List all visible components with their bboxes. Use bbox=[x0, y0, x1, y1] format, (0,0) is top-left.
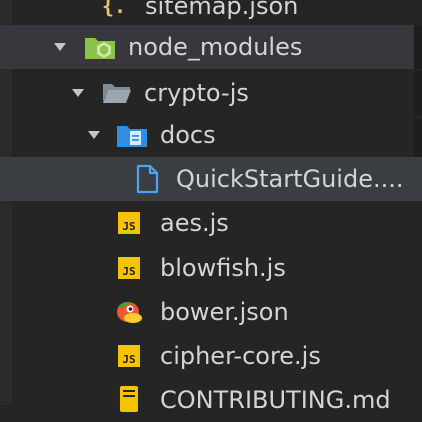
tree-item-label: aes.js bbox=[160, 209, 229, 237]
tree-item-aes-js[interactable]: JS aes.js bbox=[0, 201, 422, 245]
tree-item-blowfish-js[interactable]: JS blowfish.js bbox=[0, 246, 422, 290]
js-file-icon: JS bbox=[118, 257, 140, 279]
folder-open-icon bbox=[102, 80, 132, 106]
tree-item-label: node_modules bbox=[128, 33, 303, 61]
file-explorer-tree: {..} sitemap.json node_modules crypto-js bbox=[0, 0, 422, 414]
tree-item-label: QuickStartGuide.... bbox=[176, 165, 404, 193]
tree-item-label: CONTRIBUTING.md bbox=[160, 386, 391, 414]
svg-text:{..}: {..} bbox=[102, 0, 130, 18]
scroll-marker bbox=[414, 25, 422, 69]
js-badge: JS bbox=[118, 345, 140, 367]
bower-bird-icon bbox=[114, 297, 144, 327]
tree-item-crypto-js[interactable]: crypto-js bbox=[0, 71, 422, 115]
js-file-icon: JS bbox=[118, 212, 140, 234]
folder-docs-icon bbox=[116, 121, 148, 149]
folder-node-icon bbox=[84, 33, 116, 61]
tree-item-label: docs bbox=[160, 121, 216, 149]
tree-item-bower-json[interactable]: bower.json bbox=[0, 290, 422, 334]
tree-item-label: crypto-js bbox=[144, 79, 249, 107]
chevron-down-icon[interactable] bbox=[54, 43, 66, 51]
js-file-icon: JS bbox=[118, 345, 140, 367]
tree-item-node-modules[interactable]: node_modules bbox=[0, 25, 422, 69]
js-badge: JS bbox=[118, 257, 140, 279]
tree-item-cipher-core-js[interactable]: JS cipher-core.js bbox=[0, 334, 422, 378]
chevron-down-icon[interactable] bbox=[72, 89, 84, 97]
scroll-marker bbox=[414, 71, 422, 115]
chevron-down-icon[interactable] bbox=[88, 131, 100, 139]
tree-item-label: bower.json bbox=[160, 298, 289, 326]
tree-item-label: sitemap.json bbox=[145, 0, 299, 20]
js-badge: JS bbox=[118, 212, 140, 234]
tree-item-sitemap-json[interactable]: {..} sitemap.json bbox=[0, 0, 422, 28]
tree-item-contributing-md[interactable]: CONTRIBUTING.md bbox=[0, 378, 422, 422]
file-icon bbox=[134, 164, 160, 194]
tree-item-label: cipher-core.js bbox=[160, 342, 321, 370]
tree-item-label: blowfish.js bbox=[160, 254, 286, 282]
markdown-file-icon bbox=[118, 384, 142, 414]
scroll-marker bbox=[414, 119, 422, 157]
tree-item-docs[interactable]: docs bbox=[0, 113, 422, 157]
tree-item-quickstartguide[interactable]: QuickStartGuide.... bbox=[0, 157, 422, 201]
json-braces-icon: {..} bbox=[100, 0, 130, 21]
